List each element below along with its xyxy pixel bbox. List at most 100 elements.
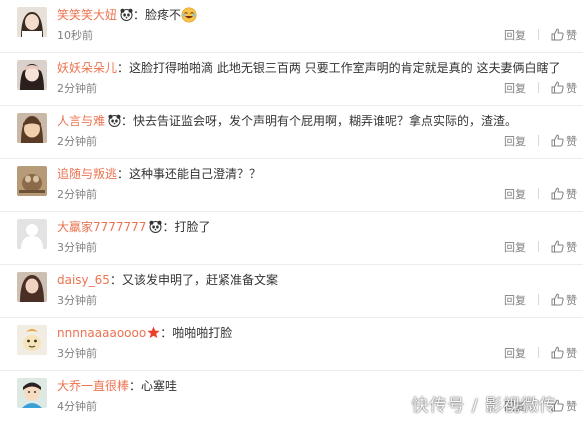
colon: ： bbox=[117, 167, 130, 181]
comment-item: daisy_65：又该发申明了，赶紧准备文案 3分钟前 回复 赞 bbox=[0, 265, 583, 318]
avatar[interactable] bbox=[17, 325, 47, 355]
comment-time: 3分钟前 bbox=[57, 241, 97, 254]
username[interactable]: nnnnaaaaoooo bbox=[57, 326, 146, 340]
thumbs-up-icon bbox=[551, 187, 564, 200]
reply-button[interactable]: 回复 bbox=[504, 241, 526, 254]
like-button[interactable]: 赞 bbox=[551, 187, 577, 201]
thumbs-up-icon bbox=[551, 81, 564, 94]
reply-button[interactable]: 回复 bbox=[504, 294, 526, 307]
colon: ： bbox=[160, 326, 173, 340]
colon: ： bbox=[162, 220, 175, 234]
like-button[interactable]: 赞 bbox=[551, 346, 577, 360]
reply-button[interactable]: 回复 bbox=[504, 29, 526, 42]
reply-button[interactable]: 回复 bbox=[504, 188, 526, 201]
comment-actions: 回复 赞 bbox=[504, 293, 577, 309]
comment-text: 这种事还能自己澄清？？ bbox=[129, 167, 262, 181]
comment-line: 笑笑笑大妞 ：脸疼不 bbox=[57, 6, 577, 24]
thumbs-up-icon bbox=[551, 28, 564, 41]
thumbs-up-icon bbox=[551, 240, 564, 253]
like-button[interactable]: 赞 bbox=[551, 240, 577, 254]
comment-time: 2分钟前 bbox=[57, 135, 97, 148]
laugh-emoji-icon bbox=[181, 7, 197, 23]
comment-actions: 回复 赞 bbox=[504, 240, 577, 256]
like-button[interactable]: 赞 bbox=[551, 293, 577, 307]
comment-item: 笑笑笑大妞 ：脸疼不 10秒前 回复 赞 bbox=[0, 0, 583, 53]
like-label: 赞 bbox=[566, 82, 577, 95]
like-label: 赞 bbox=[566, 400, 577, 413]
comment-text: 快去告证监会呀，发个声明有个屁用啊，糊弄谁呢？拿点实际的，渣渣。 bbox=[133, 114, 518, 128]
comment-item: nnnnaaaaoooo ：啪啪啪打脸 3分钟前 回复 赞 bbox=[0, 318, 583, 371]
comment-line: 大羸家7777777 ：打脸了 bbox=[57, 218, 577, 236]
like-label: 赞 bbox=[566, 241, 577, 254]
like-button[interactable]: 赞 bbox=[551, 81, 577, 95]
username[interactable]: 笑笑笑大妞 bbox=[57, 8, 117, 22]
comment-text: 啪啪啪打脸 bbox=[172, 326, 233, 340]
divider bbox=[538, 135, 539, 146]
like-label: 赞 bbox=[566, 347, 577, 360]
comment-time: 10秒前 bbox=[57, 29, 93, 42]
reply-button[interactable]: 回复 bbox=[504, 82, 526, 95]
comment-time: 3分钟前 bbox=[57, 294, 97, 307]
comment-text: 心塞哇 bbox=[141, 379, 178, 393]
username[interactable]: 大羸家7777777 bbox=[57, 220, 146, 234]
star-icon bbox=[147, 326, 160, 338]
panda-icon bbox=[108, 114, 121, 127]
avatar[interactable] bbox=[17, 272, 47, 302]
comment-actions: 回复 赞 bbox=[504, 187, 577, 203]
comment-line: nnnnaaaaoooo ：啪啪啪打脸 bbox=[57, 324, 577, 342]
divider bbox=[538, 188, 539, 199]
comment-line: 人言与难 ：快去告证监会呀，发个声明有个屁用啊，糊弄谁呢？拿点实际的，渣渣。 bbox=[57, 112, 577, 130]
reply-button[interactable]: 回复 bbox=[504, 135, 526, 148]
divider bbox=[538, 29, 539, 40]
username[interactable]: 大乔一直很棒 bbox=[57, 379, 129, 393]
username[interactable]: daisy_65 bbox=[57, 273, 110, 287]
reply-button[interactable]: 回复 bbox=[504, 347, 526, 360]
colon: ： bbox=[109, 273, 122, 287]
colon: ： bbox=[117, 61, 130, 75]
comment-actions: 回复 赞 bbox=[504, 346, 577, 362]
comment-actions: 回复 赞 bbox=[504, 81, 577, 97]
divider bbox=[538, 347, 539, 358]
thumbs-up-icon bbox=[551, 134, 564, 147]
username[interactable]: 妖妖朵朵儿 bbox=[57, 61, 117, 75]
like-button[interactable]: 赞 bbox=[551, 28, 577, 42]
like-label: 赞 bbox=[566, 29, 577, 42]
comment-time: 2分钟前 bbox=[57, 82, 97, 95]
panda-icon bbox=[149, 220, 162, 233]
avatar[interactable] bbox=[17, 378, 47, 408]
comment-actions: 回复 赞 bbox=[504, 28, 577, 44]
avatar[interactable] bbox=[17, 113, 47, 143]
colon: ： bbox=[133, 8, 146, 22]
divider bbox=[538, 82, 539, 93]
like-label: 赞 bbox=[566, 294, 577, 307]
like-label: 赞 bbox=[566, 135, 577, 148]
colon: ： bbox=[121, 114, 134, 128]
comment-line: 追随与叛逃：这种事还能自己澄清？？ bbox=[57, 165, 577, 183]
username[interactable]: 追随与叛逃 bbox=[57, 167, 117, 181]
comment-line: 妖妖朵朵儿：这脸打得啪啪滴 此地无银三百两 只要工作室声明的肯定就是真的 这夫妻… bbox=[57, 59, 577, 77]
comment-text: 又该发申明了，赶紧准备文案 bbox=[121, 273, 278, 287]
comment-text: 打脸了 bbox=[174, 220, 211, 234]
comment-item: 追随与叛逃：这种事还能自己澄清？？ 2分钟前 回复 赞 bbox=[0, 159, 583, 212]
comment-line: daisy_65：又该发申明了，赶紧准备文案 bbox=[57, 271, 577, 289]
thumbs-up-icon bbox=[551, 346, 564, 359]
comment-text: 脸疼不 bbox=[145, 8, 182, 22]
comment-text: 这脸打得啪啪滴 此地无银三百两 只要工作室声明的肯定就是真的 这夫妻俩白瞎了 bbox=[129, 61, 561, 75]
avatar[interactable] bbox=[17, 166, 47, 196]
avatar[interactable] bbox=[17, 7, 47, 37]
divider bbox=[538, 294, 539, 305]
panda-icon bbox=[120, 8, 133, 21]
username[interactable]: 人言与难 bbox=[57, 114, 105, 128]
like-button[interactable]: 赞 bbox=[551, 134, 577, 148]
avatar[interactable] bbox=[17, 219, 47, 249]
watermark: 快传号 / 影视微传 bbox=[411, 396, 557, 416]
comment-time: 4分钟前 bbox=[57, 400, 97, 413]
comment-time: 2分钟前 bbox=[57, 188, 97, 201]
like-label: 赞 bbox=[566, 188, 577, 201]
divider bbox=[538, 241, 539, 252]
avatar[interactable] bbox=[17, 60, 47, 90]
comment-item: 人言与难 ：快去告证监会呀，发个声明有个屁用啊，糊弄谁呢？拿点实际的，渣渣。 2分… bbox=[0, 106, 583, 159]
comment-item: 妖妖朵朵儿：这脸打得啪啪滴 此地无银三百两 只要工作室声明的肯定就是真的 这夫妻… bbox=[0, 53, 583, 106]
comment-actions: 回复 赞 bbox=[504, 134, 577, 150]
comment-time: 3分钟前 bbox=[57, 347, 97, 360]
